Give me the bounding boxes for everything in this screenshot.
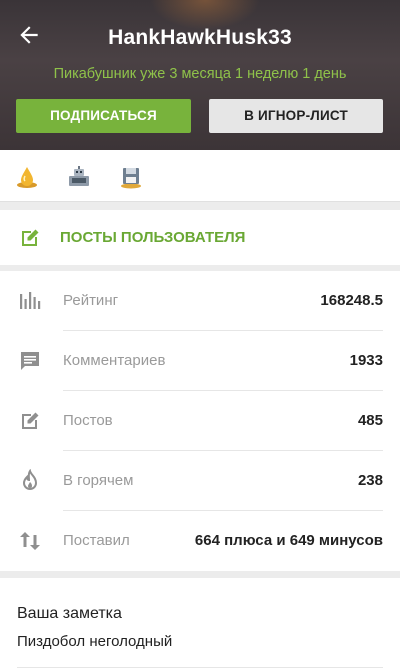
username: HankHawkHusk33 [108, 26, 292, 49]
profile-header: HankHawkHusk33 Пикабушник уже 3 месяца 1… [0, 0, 400, 150]
stat-value: 238 [357, 472, 383, 489]
awards-bar [0, 150, 400, 202]
ignore-list-button[interactable]: В ИГНОР-ЛИСТ [209, 99, 383, 133]
stats-list: Рейтинг 168248.5 Комментариев 1933 Посто… [0, 271, 400, 571]
up-down-arrows-icon [18, 529, 42, 553]
note-title: Ваша заметка [17, 605, 122, 622]
stat-value: 485 [357, 412, 383, 429]
edit-icon [18, 226, 42, 250]
bar-chart-icon [18, 289, 42, 313]
note-text[interactable]: Пиздобол неголодный [17, 633, 172, 650]
stat-label: Рейтинг [63, 292, 119, 309]
flame-icon [18, 468, 42, 493]
comment-icon [18, 349, 42, 373]
stat-value: 168248.5 [320, 292, 383, 309]
stat-row-comments: Комментариев 1933 [0, 331, 400, 391]
edit-icon [18, 409, 42, 433]
user-posts-link[interactable]: ПОСТЫ ПОЛЬЗОВАТЕЛЯ [0, 210, 400, 265]
stat-label: В горячем [63, 472, 134, 489]
floppy-disk-award-icon[interactable] [118, 164, 144, 190]
stat-label: Постов [63, 412, 113, 429]
member-since-text: Пикабушник уже 3 месяца 1 неделю 1 день [53, 66, 347, 82]
stat-row-posts: Постов 485 [0, 391, 400, 451]
stat-label: Поставил [63, 532, 130, 549]
robot-1000-award-icon[interactable] [66, 164, 92, 190]
posts-link-label: ПОСТЫ ПОЛЬЗОВАТЕЛЯ [60, 229, 246, 246]
user-note[interactable]: Ваша заметка Пиздобол неголодный [0, 578, 400, 670]
stat-value: 1933 [349, 352, 383, 369]
subscribe-button[interactable]: ПОДПИСАТЬСЯ [16, 99, 191, 133]
stat-label: Комментариев [63, 352, 166, 369]
stat-row-rating: Рейтинг 168248.5 [0, 271, 400, 331]
stat-value: 664 плюса и 649 минусов [194, 532, 383, 549]
gold-drop-award-icon[interactable] [14, 164, 40, 190]
stat-row-votes: Поставил 664 плюса и 649 минусов [0, 511, 400, 571]
stat-row-hot: В горячем 238 [0, 451, 400, 511]
divider [17, 667, 383, 668]
